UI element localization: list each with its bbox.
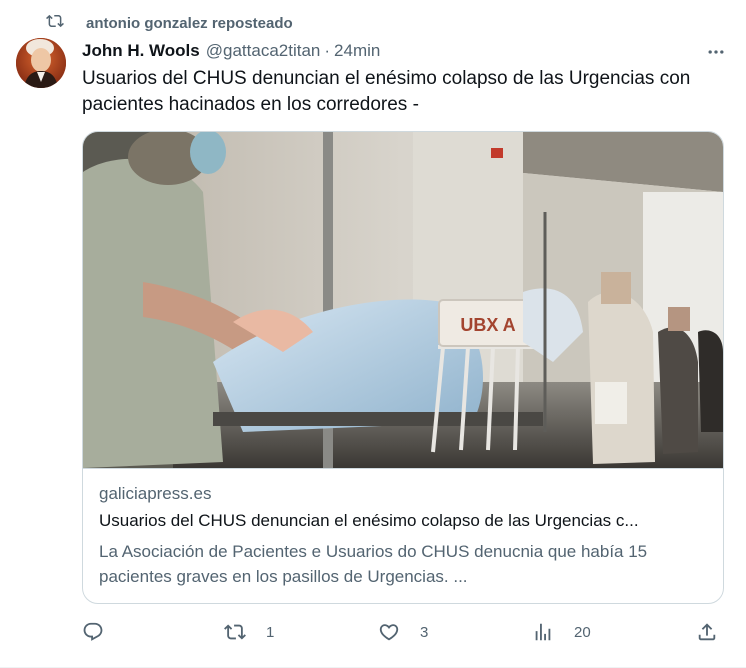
tweet-text: Usuarios del CHUS denuncian el enésimo c… [82,68,691,115]
views-icon [535,623,551,641]
card-image[interactable]: UBX A [83,132,723,468]
tweet[interactable]: antonio gonzalez reposteado John H. Wool… [0,0,746,668]
more-icon [708,50,724,54]
repost-icon [224,624,246,640]
avatar[interactable] [16,38,66,88]
repost-label[interactable]: antonio gonzalez reposteado [86,15,293,32]
link-card[interactable]: UBX A galiciapress.es Usuarios del CHUS … [82,131,724,604]
like-button[interactable]: 3 [378,616,428,648]
repost-count: 1 [266,623,275,641]
views-button[interactable]: 20 [532,616,591,648]
like-count: 3 [420,623,429,641]
card-description: La Asociación de Pacientes e Usuarios do… [99,542,648,586]
reply-button[interactable] [82,616,124,648]
author-handle[interactable]: @gattaca2titan [206,41,321,61]
reply-icon [83,622,103,641]
author-name[interactable]: John H. Wools [82,41,200,61]
repost-context: antonio gonzalez reposteado [46,12,293,35]
repost-button[interactable]: 1 [224,616,274,648]
bed-sign: UBX A [460,315,515,335]
tweet-actions: 1 3 20 [78,616,728,648]
card-info[interactable]: galiciapress.es Usuarios del CHUS denunc… [83,468,723,603]
repost-icon [46,12,64,35]
share-button[interactable] [696,616,718,648]
card-title: Usuarios del CHUS denuncian el enésimo c… [99,511,639,530]
tweet-header: John H. Wools @gattaca2titan · 24min [82,40,730,62]
more-button[interactable] [704,42,728,62]
tweet-timestamp[interactable]: 24min [334,41,380,61]
views-count: 20 [574,623,591,641]
like-icon [379,624,399,641]
share-icon [698,623,716,641]
separator-dot: · [324,41,331,60]
card-domain: galiciapress.es [99,484,212,503]
